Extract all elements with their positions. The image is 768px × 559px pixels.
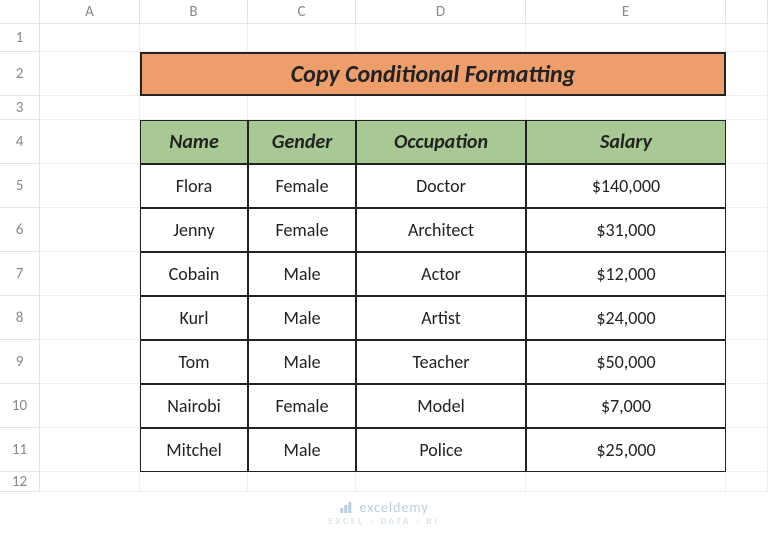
cell-b1[interactable] xyxy=(140,24,248,52)
cell-b3[interactable] xyxy=(140,96,248,120)
watermark-brand: exceldemy xyxy=(359,499,428,516)
chart-icon xyxy=(339,499,359,516)
data-name[interactable]: Cobain xyxy=(140,252,248,296)
cell-a5[interactable] xyxy=(40,164,140,208)
data-salary[interactable]: $31,000 xyxy=(526,208,726,252)
row-head-7[interactable]: 7 xyxy=(0,252,40,296)
data-gender[interactable]: Male xyxy=(248,340,356,384)
data-gender[interactable]: Female xyxy=(248,164,356,208)
cell-e12[interactable] xyxy=(526,472,726,492)
data-gender[interactable]: Male xyxy=(248,428,356,472)
cell-e3[interactable] xyxy=(526,96,726,120)
cell-blank-3 xyxy=(726,96,768,120)
col-head-blank xyxy=(726,0,768,24)
data-gender[interactable]: Female xyxy=(248,208,356,252)
cell-d1[interactable] xyxy=(356,24,526,52)
data-salary[interactable]: $50,000 xyxy=(526,340,726,384)
cell-a7[interactable] xyxy=(40,252,140,296)
data-name[interactable]: Kurl xyxy=(140,296,248,340)
data-gender[interactable]: Female xyxy=(248,384,356,428)
header-gender[interactable]: Gender xyxy=(248,120,356,164)
cell-a10[interactable] xyxy=(40,384,140,428)
cell-blank-9 xyxy=(726,340,768,384)
cell-blank-1 xyxy=(726,24,768,52)
watermark: exceldemy EXCEL · DATA · BI xyxy=(328,499,439,527)
col-head-c[interactable]: C xyxy=(248,0,356,24)
row-head-3[interactable]: 3 xyxy=(0,96,40,120)
col-head-e[interactable]: E xyxy=(526,0,726,24)
row-head-11[interactable]: 11 xyxy=(0,428,40,472)
cell-blank-4 xyxy=(726,120,768,164)
row-head-2[interactable]: 2 xyxy=(0,52,40,96)
row-head-8[interactable]: 8 xyxy=(0,296,40,340)
cell-blank-6 xyxy=(726,208,768,252)
row-head-6[interactable]: 6 xyxy=(0,208,40,252)
cell-blank-8 xyxy=(726,296,768,340)
cell-a3[interactable] xyxy=(40,96,140,120)
data-gender[interactable]: Male xyxy=(248,296,356,340)
col-head-a[interactable]: A xyxy=(40,0,140,24)
data-salary[interactable]: $24,000 xyxy=(526,296,726,340)
data-occupation[interactable]: Artist xyxy=(356,296,526,340)
cell-d12[interactable] xyxy=(356,472,526,492)
data-name[interactable]: Mitchel xyxy=(140,428,248,472)
data-name[interactable]: Flora xyxy=(140,164,248,208)
cell-a6[interactable] xyxy=(40,208,140,252)
cell-blank-11 xyxy=(726,428,768,472)
cell-a12[interactable] xyxy=(40,472,140,492)
col-head-d[interactable]: D xyxy=(356,0,526,24)
row-head-10[interactable]: 10 xyxy=(0,384,40,428)
cell-blank-2 xyxy=(726,52,768,96)
cell-blank-10 xyxy=(726,384,768,428)
watermark-tagline: EXCEL · DATA · BI xyxy=(328,516,439,527)
row-head-4[interactable]: 4 xyxy=(0,120,40,164)
cell-a11[interactable] xyxy=(40,428,140,472)
data-salary[interactable]: $140,000 xyxy=(526,164,726,208)
data-gender[interactable]: Male xyxy=(248,252,356,296)
data-occupation[interactable]: Doctor xyxy=(356,164,526,208)
header-name[interactable]: Name xyxy=(140,120,248,164)
row-head-5[interactable]: 5 xyxy=(0,164,40,208)
data-occupation[interactable]: Architect xyxy=(356,208,526,252)
cell-a1[interactable] xyxy=(40,24,140,52)
header-salary[interactable]: Salary xyxy=(526,120,726,164)
cell-blank-5 xyxy=(726,164,768,208)
cell-a8[interactable] xyxy=(40,296,140,340)
cell-c3[interactable] xyxy=(248,96,356,120)
data-name[interactable]: Jenny xyxy=(140,208,248,252)
cell-blank-12 xyxy=(726,472,768,492)
row-head-12[interactable]: 12 xyxy=(0,472,40,492)
data-occupation[interactable]: Actor xyxy=(356,252,526,296)
cell-a4[interactable] xyxy=(40,120,140,164)
col-head-b[interactable]: B xyxy=(140,0,248,24)
cell-b12[interactable] xyxy=(140,472,248,492)
title-cell[interactable]: Copy Conditional Formatting xyxy=(140,52,726,96)
cell-a2[interactable] xyxy=(40,52,140,96)
data-occupation[interactable]: Teacher xyxy=(356,340,526,384)
cell-d3[interactable] xyxy=(356,96,526,120)
row-head-9[interactable]: 9 xyxy=(0,340,40,384)
header-occupation[interactable]: Occupation xyxy=(356,120,526,164)
cell-e1[interactable] xyxy=(526,24,726,52)
data-occupation[interactable]: Model xyxy=(356,384,526,428)
cell-a9[interactable] xyxy=(40,340,140,384)
cell-c1[interactable] xyxy=(248,24,356,52)
data-occupation[interactable]: Police xyxy=(356,428,526,472)
spreadsheet: A B C D E 1 2 Copy Conditional Formattin… xyxy=(0,0,768,492)
cell-c12[interactable] xyxy=(248,472,356,492)
data-salary[interactable]: $7,000 xyxy=(526,384,726,428)
cell-blank-7 xyxy=(726,252,768,296)
data-name[interactable]: Tom xyxy=(140,340,248,384)
data-name[interactable]: Nairobi xyxy=(140,384,248,428)
data-salary[interactable]: $12,000 xyxy=(526,252,726,296)
row-head-1[interactable]: 1 xyxy=(0,24,40,52)
data-salary[interactable]: $25,000 xyxy=(526,428,726,472)
select-all-corner[interactable] xyxy=(0,0,40,24)
